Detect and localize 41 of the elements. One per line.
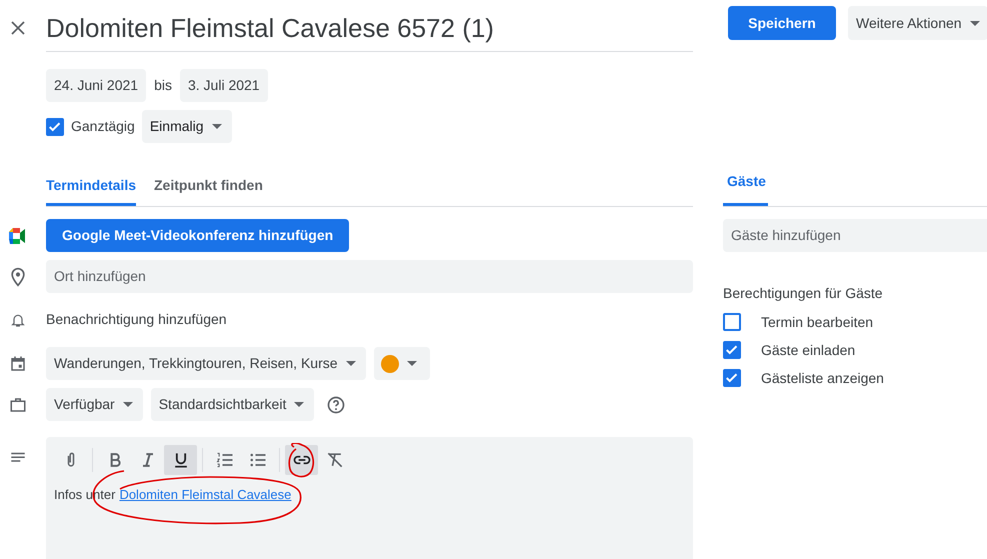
guests-field[interactable]: Gäste hinzufügen bbox=[723, 219, 987, 252]
checkbox[interactable] bbox=[723, 313, 741, 331]
checkbox-label: Termin bearbeiten bbox=[761, 312, 874, 332]
checkbox[interactable] bbox=[723, 341, 741, 359]
checkbox[interactable] bbox=[46, 118, 64, 136]
location-field[interactable]: Ort hinzufügen bbox=[46, 260, 693, 293]
briefcase-icon bbox=[9, 396, 27, 414]
description-link[interactable]: Dolomiten Fleimstal Cavalese bbox=[119, 485, 292, 504]
recurrence-dropdown[interactable]: Einmalig bbox=[142, 110, 232, 143]
color-dropdown[interactable] bbox=[374, 347, 430, 380]
tab[interactable]: Termindetails bbox=[46, 171, 136, 206]
more-actions-dropdown[interactable]: Weitere Aktionen bbox=[848, 6, 987, 40]
video-camera-icon bbox=[9, 228, 27, 244]
caret-icon bbox=[122, 402, 133, 407]
save-button[interactable]: Speichern bbox=[728, 6, 836, 40]
date-separator: bis bbox=[154, 76, 172, 95]
date-field[interactable]: 3. Juli 2021 bbox=[180, 69, 268, 102]
calendar-dropdown[interactable]: Wanderungen, Trekkingtouren, Reisen, Kurse bbox=[46, 347, 366, 380]
availability-dropdown[interactable]: Verfügbar bbox=[46, 388, 143, 421]
caret-icon bbox=[970, 20, 980, 26]
caret-icon bbox=[294, 402, 304, 407]
tab[interactable]: Zeitpunkt finden bbox=[154, 171, 263, 206]
guests-tab[interactable]: Gäste bbox=[723, 171, 768, 206]
checkbox[interactable] bbox=[723, 369, 741, 387]
permissions-heading: Berechtigungen für Gäste bbox=[723, 284, 884, 303]
caret-icon bbox=[212, 124, 222, 129]
date-field[interactable]: 24. Juni 2021 bbox=[46, 69, 146, 102]
title-field[interactable]: Dolomiten Fleimstal Cavalese 6572 (1) bbox=[46, 14, 494, 40]
checkbox-label: Ganztägig bbox=[71, 117, 135, 136]
calendar-icon bbox=[9, 354, 27, 372]
underline-button[interactable] bbox=[164, 445, 197, 475]
visibility-dropdown[interactable]: Standardsichtbarkeit bbox=[150, 388, 314, 421]
numbered-list-icon bbox=[214, 450, 234, 470]
checkbox-label: Gäste einladen bbox=[761, 340, 856, 360]
meet-button[interactable]: Google Meet-Videokonferenz hinzufügen bbox=[46, 219, 350, 252]
checkbox-label: Gästeliste anzeigen bbox=[761, 368, 884, 388]
notification-link[interactable]: Benachrichtigung hinzufügen bbox=[46, 309, 227, 330]
caret-icon bbox=[346, 361, 356, 366]
help-icon bbox=[326, 394, 346, 414]
caret-icon bbox=[406, 361, 417, 366]
close-icon[interactable] bbox=[10, 20, 26, 36]
